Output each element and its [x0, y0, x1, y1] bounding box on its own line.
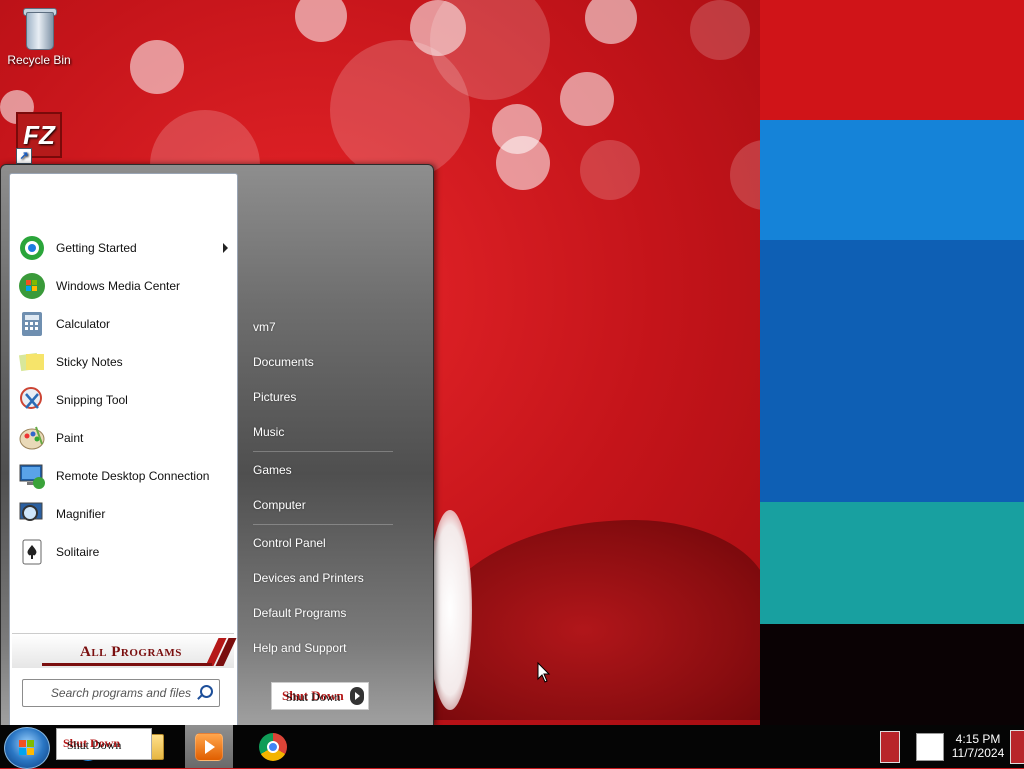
tray-notification-icon[interactable]: [880, 725, 900, 768]
start-item-pictures[interactable]: Pictures: [245, 382, 423, 412]
clock-date: 11/7/2024: [951, 746, 1005, 760]
windows-media-player-icon: [195, 732, 223, 761]
bokeh-light: [560, 72, 614, 126]
windows-start-orb-icon: [19, 740, 35, 756]
calculator-icon: [18, 310, 46, 338]
color-stripe-black: [760, 624, 1024, 725]
desktop-icon-label: Recycle Bin: [7, 53, 71, 67]
bokeh-light: [585, 0, 637, 44]
getting-started-icon: [18, 234, 46, 262]
windows-media-center-icon: [18, 272, 46, 300]
paint-icon: [18, 424, 46, 452]
filezilla-icon: FZ ↗: [16, 112, 62, 164]
start-menu: Getting Started Windows Media Center Cal…: [0, 164, 434, 728]
desktop-icon-recycle-bin[interactable]: Recycle Bin: [1, 6, 77, 67]
program-magnifier[interactable]: Magnifier: [18, 498, 236, 530]
snipping-tool-icon: [18, 386, 46, 414]
shutdown-label-overlay: Shut Down: [286, 690, 341, 704]
taskbar: e 4:15 PM 11/7/2024: [0, 725, 1024, 769]
all-programs-underline: [42, 663, 212, 666]
tray-app-icon[interactable]: [916, 725, 944, 768]
shutdown-overlay-taskbar[interactable]: Shut Down Shut Down: [56, 728, 152, 760]
shutdown-button[interactable]: Shut Down Shut Down: [271, 682, 369, 710]
program-label: Magnifier: [56, 507, 106, 521]
santa-hat-fur: [428, 510, 472, 710]
desktop-icon-filezilla[interactable]: FZ ↗: [1, 112, 77, 164]
program-snipping-tool[interactable]: Snipping Tool: [18, 384, 236, 416]
recycle-bin-icon: [22, 6, 57, 50]
show-desktop-button[interactable]: [1010, 730, 1024, 764]
shutdown-overlay-label-2: Shut Down: [67, 738, 122, 752]
program-calculator[interactable]: Calculator: [18, 308, 236, 340]
all-programs-button[interactable]: All Programs: [12, 633, 237, 668]
start-item-computer[interactable]: Computer: [245, 490, 423, 520]
mouse-cursor-icon: [537, 661, 551, 683]
start-item-music[interactable]: Music: [245, 417, 423, 447]
magnifier-icon: [18, 500, 46, 528]
program-label: Windows Media Center: [56, 279, 181, 293]
start-item-devices-and-printers[interactable]: Devices and Printers: [245, 563, 423, 593]
menu-separator: [253, 524, 393, 525]
program-label: Snipping Tool: [56, 393, 128, 407]
color-stripe-light-blue: [760, 120, 1024, 240]
bokeh-light: [496, 136, 550, 190]
color-stripe-blue: [760, 240, 1024, 502]
start-item-games[interactable]: Games: [245, 455, 423, 485]
start-item-user[interactable]: vm7: [245, 312, 423, 342]
bokeh-glow: [580, 140, 640, 200]
santa-hat: [430, 520, 760, 720]
all-programs-label: All Programs: [80, 644, 182, 660]
program-remote-desktop-connection[interactable]: Remote Desktop Connection: [18, 460, 236, 492]
program-label: Getting Started: [56, 241, 137, 255]
program-windows-media-center[interactable]: Windows Media Center: [18, 270, 236, 302]
start-item-control-panel[interactable]: Control Panel: [245, 528, 423, 558]
color-stripe-teal: [760, 502, 1024, 624]
sticky-notes-icon: [18, 348, 46, 376]
shortcut-arrow-icon: ↗: [16, 148, 32, 164]
program-paint[interactable]: Paint: [18, 422, 236, 454]
chrome-icon: [259, 732, 287, 761]
solitaire-icon: [18, 538, 46, 566]
taskbar-windows-media-player[interactable]: [185, 725, 233, 768]
program-label: Solitaire: [56, 545, 100, 559]
taskbar-clock[interactable]: 4:15 PM 11/7/2024: [948, 732, 1008, 760]
program-label: Sticky Notes: [56, 355, 123, 369]
program-label: Paint: [56, 431, 84, 445]
start-item-default-programs[interactable]: Default Programs: [245, 598, 423, 628]
menu-separator: [253, 451, 393, 452]
start-item-help-and-support[interactable]: Help and Support: [245, 633, 423, 663]
bokeh-light: [295, 0, 347, 42]
program-solitaire[interactable]: Solitaire: [18, 536, 236, 568]
program-sticky-notes[interactable]: Sticky Notes: [18, 346, 236, 378]
search-icon[interactable]: [200, 685, 213, 698]
bokeh-glow: [730, 140, 760, 210]
start-button[interactable]: [4, 727, 50, 769]
program-label: Remote Desktop Connection: [56, 469, 210, 483]
bokeh-glow: [690, 0, 750, 60]
start-item-documents[interactable]: Documents: [245, 347, 423, 377]
submenu-arrow-icon[interactable]: [223, 243, 228, 253]
bokeh-light: [130, 40, 184, 94]
clock-time: 4:15 PM: [955, 732, 1001, 746]
shutdown-options-arrow-icon[interactable]: [350, 687, 364, 705]
remote-desktop-icon: [18, 462, 46, 490]
program-getting-started[interactable]: Getting Started: [18, 232, 236, 264]
search-placeholder: Search programs and files: [50, 686, 191, 700]
taskbar-chrome[interactable]: [249, 725, 297, 768]
start-search-input[interactable]: Search programs and files: [22, 679, 220, 707]
color-stripe-red: [760, 0, 1024, 120]
program-label: Calculator: [56, 317, 111, 331]
start-menu-programs-pane: Getting Started Windows Media Center Cal…: [9, 173, 238, 728]
